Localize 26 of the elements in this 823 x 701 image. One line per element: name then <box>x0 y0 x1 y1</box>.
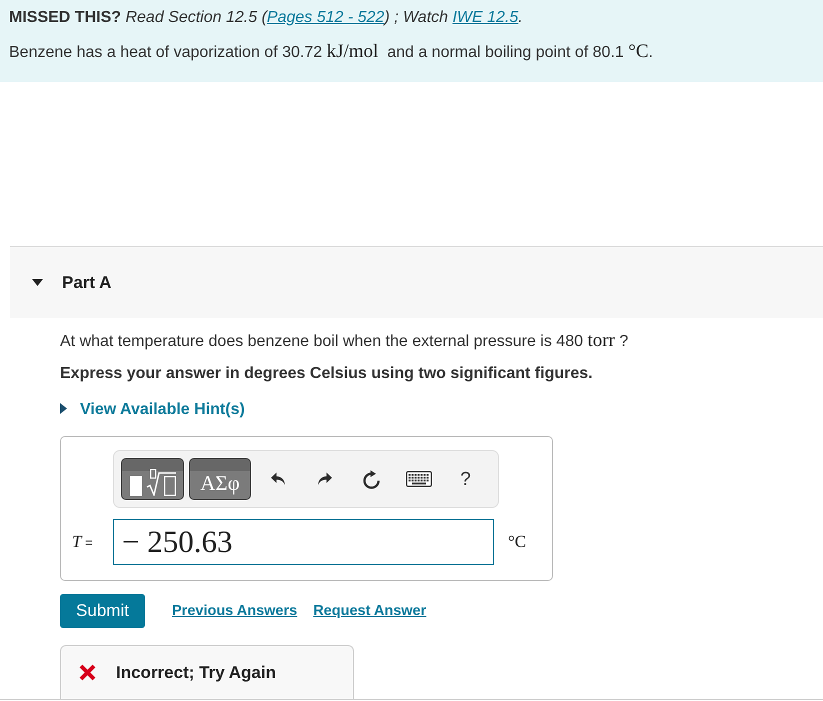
keyboard-icon[interactable] <box>406 471 432 487</box>
submit-button[interactable]: Submit <box>60 594 145 628</box>
action-link[interactable]: Request Answer <box>313 603 426 619</box>
action-link[interactable]: Previous Answers <box>172 603 298 619</box>
caret-icon[interactable] <box>32 279 43 286</box>
inline-link[interactable]: Pages 512 - 522 <box>266 9 384 26</box>
greek-symbols-button[interactable]: ΑΣφ <box>189 458 251 500</box>
redo-icon[interactable] <box>316 472 332 486</box>
instruction-text: Express your answer in degrees Celsius using two significant figures. <box>60 364 594 384</box>
part-header[interactable]: Part A <box>10 246 823 318</box>
math-templates-button[interactable] <box>121 458 184 500</box>
view-hints-link[interactable]: View Available Hint(s) <box>60 400 245 420</box>
missed-this-note: MISSED THIS? Read Section 12.5 (Pages 512 - 522) ; Watch IWE 12.5. <box>9 9 524 27</box>
unit-label: °C <box>508 532 526 552</box>
problem-statement: Benzene has a heat of vaporization of 30.72 kJ/mol and a normal boiling point of 80.1 °C. <box>9 43 654 61</box>
variable-label: T = <box>72 532 94 552</box>
part-title: Part A <box>62 272 112 292</box>
answer-input[interactable]: − 250.63 <box>113 519 494 565</box>
undo-icon[interactable] <box>270 472 286 486</box>
reset-icon[interactable] <box>362 470 381 488</box>
feedback-message: Incorrect; Try Again <box>116 662 276 682</box>
inline-link[interactable]: IWE 12.5 <box>452 9 518 26</box>
cross-icon <box>79 664 96 681</box>
help-button[interactable]: ? <box>460 470 471 488</box>
question-text: At what temperature does benzene boil when the external pressure is 480 torr ? <box>60 331 630 351</box>
root-template-icon <box>130 469 176 496</box>
